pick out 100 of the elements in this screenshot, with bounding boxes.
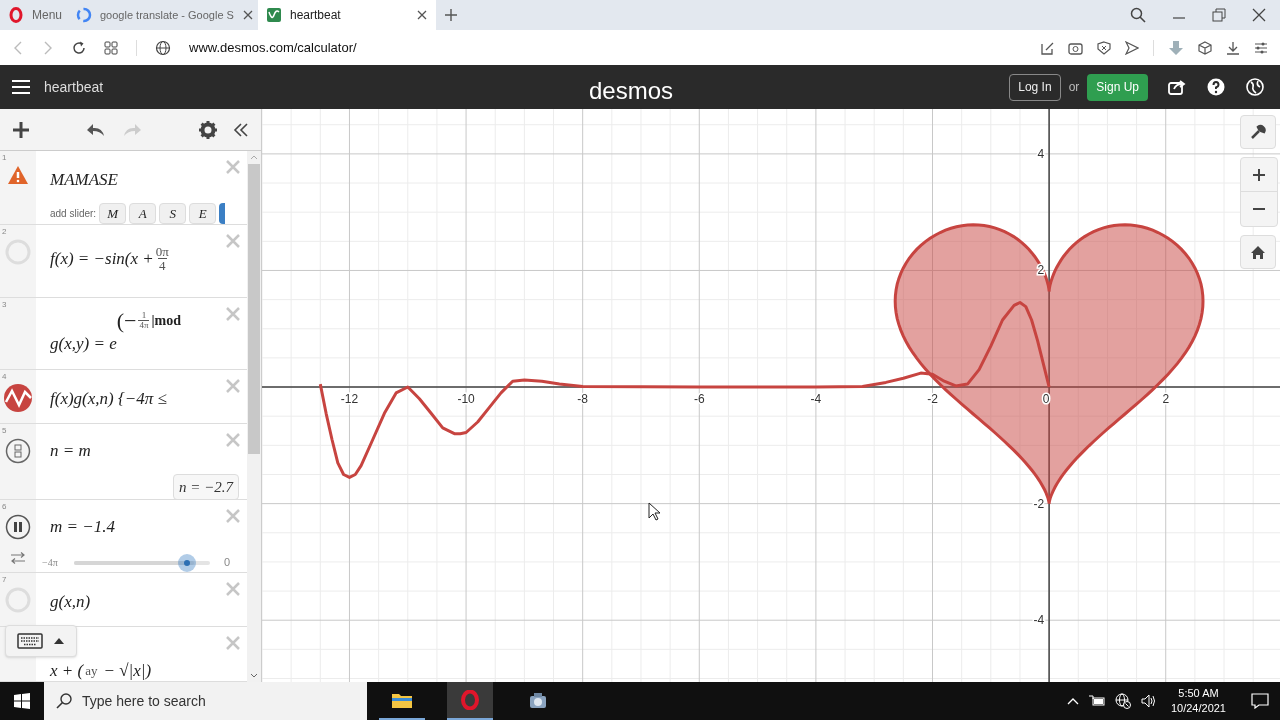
share-icon[interactable] <box>1168 79 1186 95</box>
tab-favicon-icon <box>266 7 282 23</box>
help-icon[interactable] <box>1207 78 1225 96</box>
opera-taskbar-button[interactable] <box>447 682 493 720</box>
reload-icon[interactable] <box>72 40 86 55</box>
browser-tab[interactable]: heartbeat <box>258 0 436 30</box>
y-tick-label: -4 <box>1033 613 1045 628</box>
notifications-icon[interactable] <box>1251 693 1269 709</box>
download-icon[interactable] <box>1226 40 1240 55</box>
network-icon[interactable] <box>1114 693 1131 709</box>
caret-icon <box>53 637 65 645</box>
heart-shape[interactable] <box>893 223 1205 506</box>
warning-icon[interactable] <box>7 165 29 185</box>
pause-icon[interactable] <box>5 514 31 540</box>
new-tab-icon[interactable] <box>444 8 458 22</box>
menu-icon[interactable] <box>12 80 30 94</box>
edit-icon[interactable] <box>1040 40 1054 55</box>
table-icon[interactable] <box>5 438 31 464</box>
add-slider-button[interactable]: S <box>159 202 187 224</box>
y-tick-label: 4 <box>1037 146 1045 161</box>
graph-color-icon[interactable] <box>4 384 32 412</box>
y-tick-label: 2 <box>1037 263 1045 278</box>
x-tick-label: -12 <box>340 392 359 407</box>
undo-icon[interactable] <box>86 122 106 137</box>
x-tick-label: -6 <box>693 392 705 407</box>
wrench-icon <box>1250 124 1266 140</box>
math-expression[interactable]: MAMASE <box>50 167 239 193</box>
graph-canvas[interactable]: -12 -10 -8 -6 -4 -2 0 2 4 2 -2 -4 <box>262 109 1280 682</box>
clock-date[interactable]: 10/24/2021 <box>1170 701 1226 716</box>
opera-logo-icon <box>460 690 480 710</box>
plus-icon <box>1253 168 1265 181</box>
browser-tab[interactable]: google translate - Google S <box>68 0 258 30</box>
camera-app-icon <box>528 692 548 710</box>
browser-tab[interactable]: Menu <box>0 0 68 30</box>
desmos-logo: desmos <box>589 76 674 106</box>
search-icon <box>56 693 72 709</box>
address-field[interactable]: www.desmos.com/calculator/ <box>189 37 1022 58</box>
slider-max-label: 0 <box>224 555 231 571</box>
fraction-numerator: 1 <box>141 311 147 320</box>
scroll-down-icon[interactable] <box>250 673 258 679</box>
add-icon[interactable] <box>12 120 30 139</box>
or-label: or <box>1068 79 1080 96</box>
loop-icon[interactable] <box>10 552 26 564</box>
add-slider-button[interactable]: E <box>189 202 217 224</box>
graph-settings-button[interactable] <box>1240 115 1276 149</box>
folder-icon <box>392 692 412 708</box>
x-tick-label: -4 <box>810 392 822 407</box>
settings-icon[interactable] <box>199 120 217 139</box>
heartbeat-curve[interactable] <box>318 301 1051 479</box>
line-number: 4 <box>2 371 7 383</box>
y-tick-label: -2 <box>1033 496 1045 511</box>
fraction-denominator: 4π <box>138 320 150 330</box>
x-tick-label: -2 <box>927 392 938 407</box>
math-expression[interactable]: n = m <box>50 438 239 464</box>
x-tick-label: 0 <box>1042 392 1050 407</box>
send-icon[interactable] <box>1125 40 1139 55</box>
line-number: 1 <box>2 152 7 164</box>
math-expression[interactable]: g(x,n) <box>50 589 239 615</box>
battery-icon[interactable] <box>1088 695 1105 707</box>
search-icon[interactable] <box>1130 7 1146 23</box>
cube-icon[interactable] <box>1198 40 1212 55</box>
restore-icon[interactable] <box>1212 8 1226 22</box>
add-slider-button[interactable]: M <box>99 202 127 224</box>
slider-thumb[interactable] <box>177 553 196 572</box>
tabs-grid-icon[interactable] <box>104 40 118 55</box>
taskbar-search-field[interactable]: Type here to search <box>44 682 367 720</box>
evaluation-value: n = −2.7 <box>173 473 239 499</box>
math-expression[interactable]: f(x)g(x,n) {−4π ≤ <box>50 386 239 412</box>
login-button[interactable]: Log In <box>1009 73 1061 101</box>
x-tick-label: -10 <box>457 392 475 407</box>
tab-favicon-icon <box>76 7 92 23</box>
shield-icon[interactable] <box>1097 40 1111 55</box>
math-expression[interactable]: x + (ay − √|x|) <box>50 658 239 681</box>
windows-start-icon[interactable] <box>14 693 30 709</box>
line-number: 3 <box>2 299 7 311</box>
scrollbar-thumb[interactable] <box>248 164 260 454</box>
globe-icon[interactable] <box>1246 78 1264 96</box>
show-hidden-icons-icon[interactable] <box>1066 697 1079 705</box>
close-icon[interactable] <box>416 9 428 21</box>
x-tick-label: -8 <box>577 392 588 407</box>
slider-track[interactable] <box>74 553 210 572</box>
math-expression[interactable]: m = −1.4 <box>50 514 239 540</box>
settings-sliders-icon[interactable] <box>1254 40 1268 55</box>
x-tick-label: 2 <box>1162 392 1170 407</box>
globe-icon <box>155 39 171 56</box>
close-icon[interactable] <box>1252 8 1266 22</box>
add-slider-button[interactable]: A <box>129 202 157 224</box>
keyboard-toggle-button[interactable] <box>5 625 77 657</box>
fraction-numerator: ay <box>85 664 98 678</box>
add-slider-label: add slider: <box>50 206 97 221</box>
line-number: 7 <box>2 574 7 586</box>
close-icon[interactable] <box>241 9 254 21</box>
volume-icon[interactable] <box>1140 694 1157 708</box>
graph-title[interactable]: heartbeat <box>44 76 104 98</box>
add-all-sliders-button[interactable] <box>219 202 226 224</box>
clock-time[interactable]: 5:50 AM <box>1178 686 1219 701</box>
home-button[interactable] <box>1240 235 1276 269</box>
collapse-icon[interactable] <box>233 122 249 137</box>
line-number: 6 <box>2 501 7 513</box>
camera-icon[interactable] <box>1068 40 1083 55</box>
